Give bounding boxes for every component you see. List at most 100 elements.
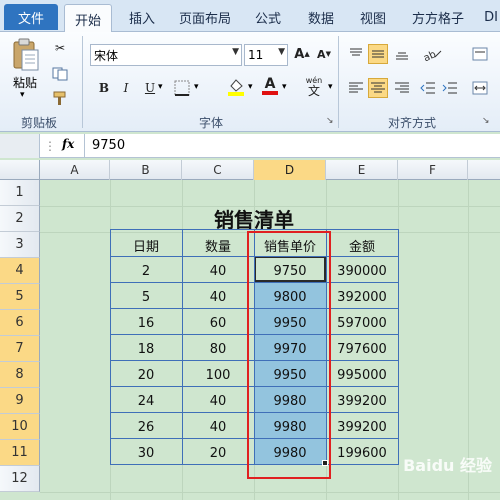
chevron-down-icon[interactable]: ▾: [328, 82, 333, 92]
align-top-icon[interactable]: [346, 44, 366, 64]
table-cell[interactable]: 597000: [326, 310, 398, 336]
dialog-launcher-icon[interactable]: ↘: [482, 116, 490, 126]
table-cell[interactable]: 16: [110, 310, 182, 336]
column-header-f[interactable]: F: [398, 160, 468, 180]
table-cell[interactable]: 40: [182, 258, 254, 284]
row-header-11[interactable]: 11: [0, 440, 40, 466]
table-border: [398, 229, 399, 464]
dialog-launcher-icon[interactable]: ↘: [326, 116, 334, 126]
row-header-2[interactable]: 2: [0, 206, 40, 232]
row-header-3[interactable]: 3: [0, 232, 40, 258]
watermark: Baidu 经验: [403, 456, 492, 475]
chevron-down-icon[interactable]: ▾: [248, 82, 253, 92]
row-header-5[interactable]: 5: [0, 284, 40, 310]
grow-font-icon[interactable]: A ▲: [292, 44, 312, 64]
tab-insert[interactable]: 插入: [120, 4, 164, 30]
header-quantity[interactable]: 数量: [182, 232, 254, 258]
formula-input[interactable]: 9750: [92, 138, 125, 153]
table-cell[interactable]: 80: [182, 336, 254, 362]
table-cell[interactable]: 20: [182, 440, 254, 466]
table-cell[interactable]: 199600: [326, 440, 398, 466]
row-header-10[interactable]: 10: [0, 414, 40, 440]
wrap-text-icon[interactable]: [470, 44, 490, 64]
tab-home[interactable]: 开始: [64, 4, 112, 33]
decrease-indent-icon[interactable]: [418, 78, 438, 98]
align-middle-icon[interactable]: [368, 44, 388, 64]
formula-divider: [84, 134, 85, 158]
select-all-corner[interactable]: [0, 160, 40, 180]
row-header-1[interactable]: 1: [0, 180, 40, 206]
table-cell[interactable]: 797600: [326, 336, 398, 362]
paste-dropdown-icon[interactable]: ▾: [20, 90, 25, 100]
table-cell[interactable]: 100: [182, 362, 254, 388]
borders-icon[interactable]: [172, 78, 192, 98]
table-cell[interactable]: 399200: [326, 388, 398, 414]
chevron-down-icon[interactable]: ▾: [194, 82, 199, 92]
table-cell[interactable]: 60: [182, 310, 254, 336]
drag-handle-icon[interactable]: ⋮: [40, 134, 60, 158]
chevron-down-icon[interactable]: ▾: [282, 82, 287, 92]
header-amount[interactable]: 金额: [326, 232, 398, 258]
table-cell[interactable]: 390000: [326, 258, 398, 284]
italic-button[interactable]: I: [116, 78, 136, 98]
table-cell[interactable]: 5: [110, 284, 182, 310]
row-header-6[interactable]: 6: [0, 310, 40, 336]
header-date[interactable]: 日期: [110, 232, 182, 258]
paste-icon[interactable]: [8, 38, 42, 74]
table-cell[interactable]: 26: [110, 414, 182, 440]
tab-view[interactable]: 视图: [352, 4, 394, 30]
name-box[interactable]: [0, 134, 40, 158]
row-header-8[interactable]: 8: [0, 362, 40, 388]
align-left-icon[interactable]: [346, 78, 366, 98]
column-header-a[interactable]: A: [40, 160, 110, 180]
column-header-c[interactable]: C: [182, 160, 254, 180]
insert-function-button[interactable]: fx: [62, 137, 74, 151]
table-cell[interactable]: 40: [182, 388, 254, 414]
table-cell[interactable]: 30: [110, 440, 182, 466]
table-cell[interactable]: 392000: [326, 284, 398, 310]
underline-button[interactable]: U: [140, 78, 160, 98]
tab-file[interactable]: 文件: [4, 4, 58, 30]
copy-icon[interactable]: [50, 64, 70, 84]
font-color-swatch: [262, 91, 278, 95]
format-painter-icon[interactable]: [50, 88, 70, 108]
table-cell[interactable]: 2: [110, 258, 182, 284]
table-cell[interactable]: 40: [182, 284, 254, 310]
merge-center-icon[interactable]: [470, 78, 490, 98]
table-cell[interactable]: 995000: [326, 362, 398, 388]
tab-formulas[interactable]: 公式: [248, 4, 288, 30]
column-header-b[interactable]: B: [110, 160, 182, 180]
shrink-font-icon[interactable]: A ▼: [314, 44, 334, 64]
tab-more[interactable]: DI: [482, 4, 500, 30]
table-cell[interactable]: 24: [110, 388, 182, 414]
font-size-select[interactable]: 11 ▼: [244, 44, 288, 66]
paste-button-label[interactable]: 粘贴: [8, 74, 42, 91]
font-color-button[interactable]: A: [260, 76, 280, 96]
cut-icon[interactable]: ✂: [50, 38, 70, 58]
tab-fangfang[interactable]: 方方格子: [404, 4, 472, 30]
tab-page-layout[interactable]: 页面布局: [172, 4, 238, 30]
table-cell[interactable]: 40: [182, 414, 254, 440]
table-cell[interactable]: 18: [110, 336, 182, 362]
align-center-icon[interactable]: [368, 78, 388, 98]
align-right-icon[interactable]: [392, 78, 412, 98]
table-cell[interactable]: 399200: [326, 414, 398, 440]
increase-indent-icon[interactable]: [440, 78, 460, 98]
table-cell[interactable]: 20: [110, 362, 182, 388]
table-border: [182, 229, 183, 464]
row-header-4[interactable]: 4: [0, 258, 40, 284]
orientation-icon[interactable]: ab: [420, 44, 444, 64]
chevron-down-icon[interactable]: ▾: [158, 82, 163, 92]
bold-button[interactable]: B: [94, 78, 114, 98]
column-header-d[interactable]: D: [254, 160, 326, 180]
row-header-7[interactable]: 7: [0, 336, 40, 362]
phonetic-icon: 文: [307, 83, 320, 98]
row-header-12[interactable]: 12: [0, 466, 40, 492]
fill-color-icon[interactable]: [226, 76, 246, 96]
font-name-select[interactable]: 宋体 ▼: [90, 44, 242, 66]
tab-data[interactable]: 数据: [300, 4, 342, 30]
align-bottom-icon[interactable]: [392, 44, 412, 64]
phonetic-guide-button[interactable]: wén 文: [302, 76, 326, 98]
row-header-9[interactable]: 9: [0, 388, 40, 414]
column-header-e[interactable]: E: [326, 160, 398, 180]
